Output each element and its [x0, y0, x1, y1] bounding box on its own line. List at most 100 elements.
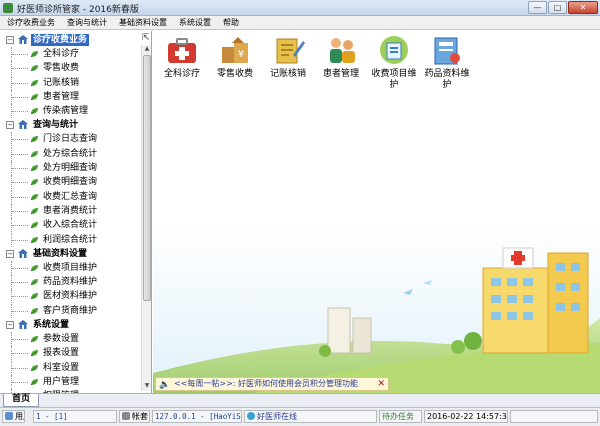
tree-line — [12, 54, 28, 55]
tree-item[interactable]: 客户货商维护 — [2, 303, 140, 318]
shortcut-tile[interactable]: 全科诊疗 — [156, 33, 208, 80]
tree-group[interactable]: − 查询与统计 — [2, 118, 140, 132]
fee-items-icon — [380, 36, 408, 64]
tree-item-label: 记账核销 — [43, 77, 80, 88]
tree-item[interactable]: 利润综合统计 — [2, 232, 140, 247]
tree-item[interactable]: 收入综合统计 — [2, 218, 140, 233]
ledger-icon — [276, 38, 305, 64]
weekly-tip-text[interactable]: <<每周一帖>>: 好医师如何使用会员积分管理功能 — [174, 378, 358, 390]
document-tab-bar: 首页 — [0, 393, 600, 407]
tree-item-label: 处方明细查询 — [43, 163, 98, 174]
tree-group[interactable]: − 系统设置 — [2, 318, 140, 332]
tree-group[interactable]: − 基础资料设置 — [2, 247, 140, 261]
leaf-icon — [30, 293, 38, 300]
shortcut-tile-label: 药品资料维护 — [424, 69, 470, 90]
tree-item[interactable]: 参数设置 — [2, 332, 140, 347]
tree-item[interactable]: 科室设置 — [2, 360, 140, 375]
tree-item-label: 患者管理 — [43, 91, 80, 102]
shortcut-tile[interactable]: 收费项目维护 — [368, 33, 420, 91]
tree-item[interactable]: 药品资料维护 — [2, 275, 140, 290]
tree-item[interactable]: 收费项目维护 — [2, 260, 140, 275]
shortcut-tile-label: 收费项目维护 — [371, 69, 417, 90]
collapse-toggle-icon[interactable]: − — [6, 121, 14, 130]
tree-item-label: 收费项目维护 — [43, 262, 98, 273]
tree-item[interactable]: 处方综合统计 — [2, 146, 140, 161]
leaf-icon — [30, 65, 38, 72]
speaker-icon: 🔈 — [159, 380, 171, 390]
menu-clinic-billing[interactable]: 诊疗收费业务 — [0, 16, 60, 29]
tree-line — [12, 168, 28, 170]
leaf-icon — [30, 364, 38, 371]
connection-cell: 127.0.0.1 - [HaoYiShi] — [152, 410, 242, 423]
weekly-tip-banner[interactable]: 🔈 <<每周一帖>>: 好医师如何使用会员积分管理功能 ✕ — [155, 377, 389, 391]
tree-item[interactable]: 患者消费统计 — [2, 203, 140, 218]
drug-database-icon — [434, 37, 460, 65]
tree-item[interactable]: 用户管理 — [2, 374, 140, 389]
tree-line — [12, 96, 28, 98]
tree-item[interactable]: 门诊日志查询 — [2, 132, 140, 147]
maximize-button[interactable]: □ — [548, 1, 567, 14]
shortcut-tile[interactable]: 记账核销 — [262, 33, 314, 80]
pending-tasks-cell[interactable]: 待办任务 — [379, 410, 422, 423]
shortcut-tile-label: 零售收费 — [216, 69, 253, 79]
leaf-icon — [30, 93, 38, 101]
tree-item[interactable]: 医材资料维护 — [2, 289, 140, 304]
pin-panel-icon[interactable]: ⇱ — [142, 33, 150, 43]
tree-item[interactable]: 处方明细查询 — [2, 161, 140, 176]
tree-line — [12, 196, 28, 198]
tree-line — [12, 82, 28, 84]
tree-item-label: 药品资料维护 — [43, 277, 98, 288]
tree-item[interactable]: 患者管理 — [2, 89, 140, 104]
tree-line — [12, 210, 28, 212]
tree-item[interactable]: 收费汇总查询 — [2, 189, 140, 204]
scroll-up-icon[interactable]: ▲ — [142, 45, 152, 54]
shortcut-tile[interactable]: 药品资料维护 — [421, 33, 473, 91]
tree-line — [12, 296, 28, 298]
menu-help[interactable]: 帮助 — [216, 16, 244, 29]
scroll-down-icon[interactable]: ▼ — [142, 382, 152, 391]
tree-item[interactable]: 零售收费 — [2, 61, 140, 76]
tree-item[interactable]: 收费明细查询 — [2, 175, 140, 190]
medical-kit-icon — [168, 38, 196, 63]
collapse-toggle-icon[interactable]: − — [6, 36, 14, 44]
sidebar-scrollbar[interactable]: ▲ ▼ — [141, 45, 151, 391]
tree-item-label: 科室设置 — [43, 362, 80, 373]
collapse-toggle-icon[interactable]: − — [6, 249, 14, 258]
tree-line — [12, 153, 28, 155]
close-button[interactable]: ✕ — [568, 1, 598, 14]
home-icon — [18, 35, 28, 44]
scrollbar-thumb[interactable] — [143, 55, 151, 301]
menu-system-settings[interactable]: 系统设置 — [172, 16, 216, 29]
tree-item[interactable]: 传染病管理 — [2, 104, 140, 119]
tree-item[interactable]: 报表设置 — [2, 346, 140, 361]
tree-group[interactable]: − 诊疗收费业务 — [2, 33, 140, 47]
minimize-button[interactable]: — — [528, 1, 547, 14]
tree-item-label: 传染病管理 — [43, 106, 89, 117]
shortcut-tile[interactable]: 患者管理 — [315, 33, 367, 80]
status-bar: 用户 1 - [1] 帐套 127.0.0.1 - [HaoYiShi] 好医师… — [0, 407, 600, 426]
tree-group-label: 系统设置 — [33, 320, 70, 331]
close-tip-button[interactable]: ✕ — [377, 378, 385, 390]
tab-home[interactable]: 首页 — [3, 394, 40, 407]
tree-group-label: 查询与统计 — [33, 120, 79, 131]
tree-item[interactable]: 记账核销 — [2, 75, 140, 90]
collapse-toggle-icon[interactable]: − — [6, 321, 14, 330]
status-extra-cell — [510, 410, 598, 423]
tree-item[interactable]: 全科诊疗 — [2, 47, 140, 61]
tree-line — [12, 68, 28, 70]
user-value-cell: 1 - [1] — [33, 410, 117, 423]
leaf-icon — [30, 378, 38, 386]
leaf-icon — [30, 336, 38, 343]
leaf-icon — [30, 279, 38, 286]
navigation-sidebar: ⇱ − 诊疗收费业务 全科诊疗零售收费 记账核销患者管理传染病管理 − 查询与统计 门诊日志… — [0, 31, 152, 404]
home-icon — [18, 120, 28, 130]
tree-group-label: 基础资料设置 — [33, 248, 88, 259]
menu-base-data[interactable]: 基础资料设置 — [112, 16, 172, 29]
menu-query-stats[interactable]: 查询与统计 — [60, 16, 112, 29]
money-bag-icon: ¥ — [222, 37, 248, 63]
tree-group-label: 诊疗收费业务 — [31, 34, 90, 46]
online-service-cell[interactable]: 好医师在线 — [244, 410, 377, 423]
tree-item-label: 全科诊疗 — [43, 49, 80, 59]
shortcut-tile[interactable]: ¥ 零售收费 — [209, 33, 261, 80]
home-icon — [18, 320, 28, 330]
